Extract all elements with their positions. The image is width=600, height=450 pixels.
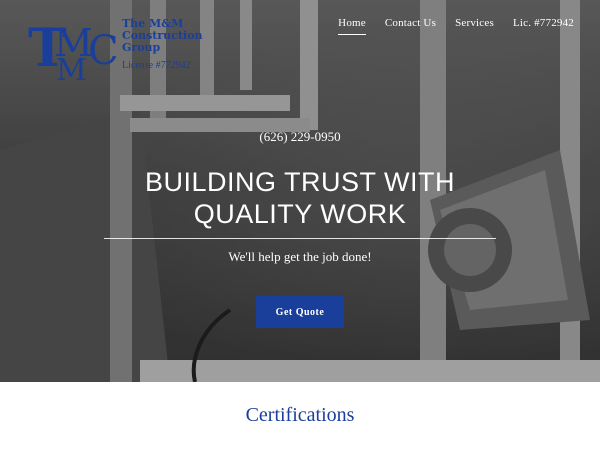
phone-number[interactable]: (626) 229-0950 [0,129,600,145]
hero-banner: T M M C The M&M Construction Group Licen… [0,0,600,382]
brand-name: The M&M Construction Group [122,17,203,54]
nav-home[interactable]: Home [338,17,366,35]
svg-text:C: C [88,28,118,74]
hero-divider [104,238,496,239]
brand-license: License #772942 [122,60,191,71]
brand-logo[interactable]: T M M C The M&M Construction Group Licen… [28,16,208,83]
headline-line-1: BUILDING TRUST WITH [144,167,456,197]
monogram-icon: T M M C [28,18,118,82]
nav-license[interactable]: Lic. #772942 [513,17,574,35]
brand-text: The M&M Construction Group License #7729… [122,18,222,72]
nav-services[interactable]: Services [455,17,494,35]
section-title: Certifications [245,404,355,426]
hero-headline: BUILDING TRUST WITH QUALITY WORK [0,166,600,230]
nav-contact-us[interactable]: Contact Us [385,17,436,35]
get-quote-button[interactable]: Get Quote [256,296,344,328]
hero-subline: We'll help get the job done! [228,249,372,264]
svg-text:M: M [56,53,87,82]
certifications-section: Certifications [0,382,600,450]
headline-line-2: QUALITY WORK [193,199,407,229]
main-nav: Home Contact Us Services Lic. #772942 [338,17,574,35]
